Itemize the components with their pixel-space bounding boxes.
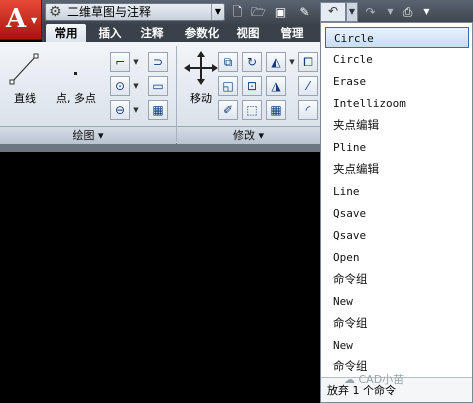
open-icon[interactable]: 🗁 [250, 4, 267, 20]
undo-list-item[interactable]: Qsave [325, 225, 469, 246]
undo-list-item[interactable]: 命令组 [325, 269, 469, 290]
customize-qat-icon[interactable]: ▼ [418, 4, 435, 20]
quick-access-toolbar: ⚙ 二维草图与注释 ▼ 🗋 🗁 ▣ ✎ ↶ ▼ ↷ ▼ ⎙ ▼ [0, 0, 473, 24]
chevron-down-icon[interactable]: ▼ [288, 52, 296, 72]
watermark: ☁ CAD小苗 [344, 372, 462, 388]
move-tool-label: 移动 [190, 92, 212, 105]
application-menu-button[interactable]: A ▼ [0, 0, 42, 40]
point-icon [74, 72, 77, 75]
chevron-down-icon[interactable]: ▼ [211, 4, 224, 20]
file-tab-strip [0, 144, 320, 152]
scale-icon[interactable]: ⊡ [242, 76, 262, 96]
move-icon [184, 51, 218, 85]
undo-dropdown-arrow[interactable]: ▼ [346, 2, 358, 22]
rectangle-icon[interactable]: ▭ [148, 76, 168, 96]
workspace-name: 二维草图与注释 [67, 5, 152, 19]
copy-icon[interactable]: ⧉ [218, 52, 238, 72]
undo-list-item[interactable]: Line [325, 181, 469, 202]
undo-list-item[interactable]: Intellizoom [325, 93, 469, 114]
hatch-icon[interactable]: ▦ [148, 100, 168, 120]
explode-icon[interactable]: ⬚ [242, 100, 262, 120]
modify-panel-title[interactable]: 修改 ▾ [177, 126, 320, 144]
tab-annotate[interactable]: 注释 [134, 24, 170, 42]
break-icon[interactable]: ⁄ [298, 76, 318, 96]
undo-list-item[interactable]: 夹点编辑 [325, 115, 469, 136]
workspace-selector[interactable]: ⚙ 二维草图与注释 ▼ [45, 3, 225, 21]
polyline-icon[interactable]: ⌐ [110, 52, 130, 72]
tab-insert[interactable]: 插入 [92, 24, 128, 42]
undo-list-item[interactable]: Qsave [325, 203, 469, 224]
trim-icon[interactable]: ◭ [266, 52, 286, 72]
undo-list-item[interactable]: 夹点编辑 [325, 159, 469, 180]
watermark-text: CAD小苗 [358, 373, 405, 386]
tab-home[interactable]: 常用 [46, 24, 86, 42]
undo-list-item[interactable]: Erase [325, 71, 469, 92]
plot-edit-icon[interactable]: ✎ [296, 4, 313, 20]
circle-icon[interactable]: ⊙ [110, 76, 130, 96]
erase-icon[interactable]: ✐ [218, 100, 238, 120]
undo-list-item[interactable]: New [325, 291, 469, 312]
stretch-icon[interactable]: ◱ [218, 76, 238, 96]
redo-dropdown-arrow[interactable]: ▼ [382, 4, 399, 20]
tab-parametric[interactable]: 参数化 [178, 24, 226, 42]
draw-panel-title[interactable]: 绘图 ▾ [0, 126, 176, 144]
tab-manage[interactable]: 管理 [274, 24, 310, 42]
line-icon [9, 53, 39, 85]
chevron-down-icon: ▼ [31, 16, 38, 25]
undo-list-item[interactable]: Circle [325, 49, 469, 70]
undo-history-list: Circle Circle Erase Intellizoom 夹点编辑 Pli… [320, 22, 473, 403]
undo-list-item[interactable]: New [325, 335, 469, 356]
drawing-canvas[interactable] [0, 152, 320, 403]
tab-view[interactable]: 视图 [230, 24, 266, 42]
new-icon[interactable]: 🗋 [229, 4, 246, 20]
redo-icon[interactable]: ↷ [362, 4, 379, 20]
undo-list-item[interactable]: 命令组 [325, 313, 469, 334]
gear-icon: ⚙ [49, 4, 62, 20]
chevron-down-icon[interactable]: ▼ [132, 100, 140, 120]
autocad-logo-icon: A [6, 4, 27, 34]
print-icon[interactable]: ⎙ [399, 4, 416, 20]
offset-icon[interactable]: ⧠ [298, 52, 318, 72]
rotate-icon[interactable]: ↻ [242, 52, 262, 72]
line-tool[interactable]: 直线 [4, 48, 46, 105]
undo-icon[interactable]: ↶ [320, 2, 346, 22]
spline-icon[interactable]: ⊃ [148, 52, 168, 72]
ellipse-icon[interactable]: ⊖ [110, 100, 130, 120]
chevron-down-icon[interactable]: ▼ [132, 76, 140, 96]
mirror-icon[interactable]: ◮ [266, 76, 286, 96]
chevron-down-icon[interactable]: ▼ [132, 52, 140, 72]
point-tool-label: 点, 多点 [56, 92, 96, 105]
fillet-icon[interactable]: ◜ [298, 100, 318, 120]
save-icon[interactable]: ▣ [272, 4, 289, 20]
move-tool[interactable]: 移动 [180, 48, 222, 105]
point-tool[interactable]: 点, 多点 [48, 48, 104, 105]
undo-list-item[interactable]: Circle [325, 27, 469, 48]
undo-list-item[interactable]: Open [325, 247, 469, 268]
line-tool-label: 直线 [14, 92, 36, 105]
wechat-icon: ☁ [344, 373, 355, 386]
array-icon[interactable]: ▦ [266, 100, 286, 120]
undo-list-item[interactable]: Pline [325, 137, 469, 158]
